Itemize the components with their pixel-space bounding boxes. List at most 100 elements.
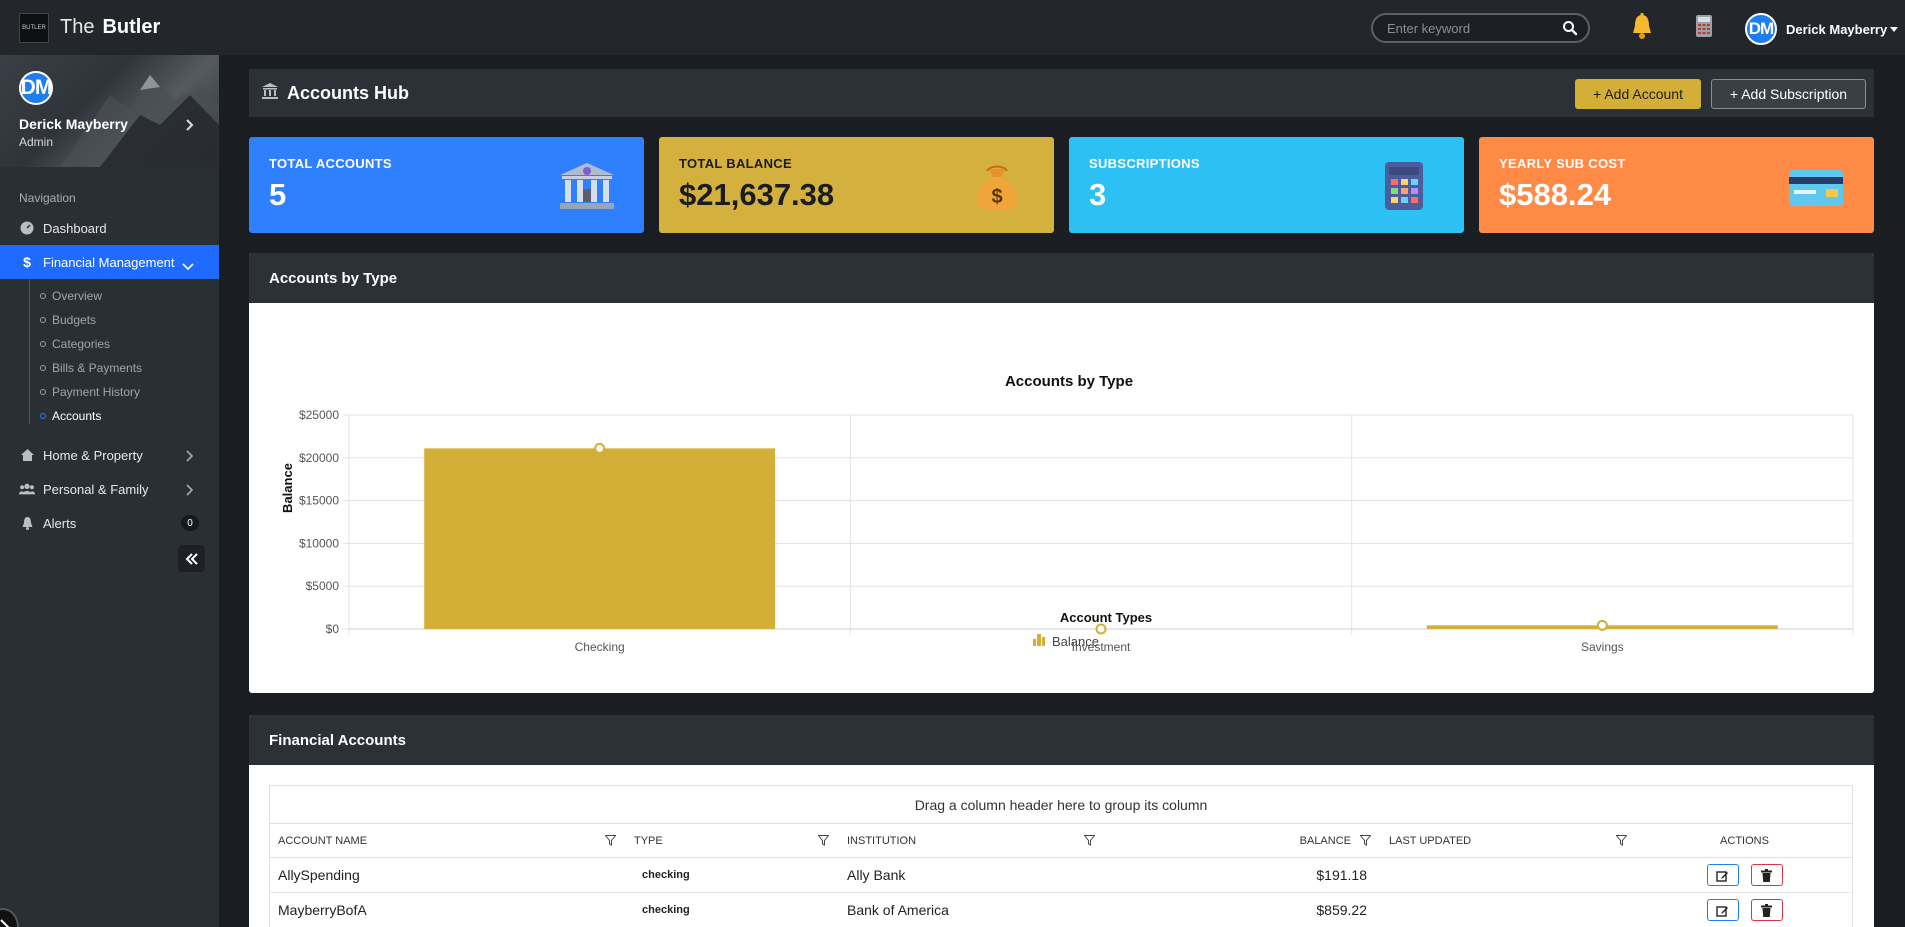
- chart-x-axis-label: Account Types: [1060, 610, 1152, 625]
- chevron-down-icon: [182, 259, 194, 274]
- legend-label: Balance: [1052, 634, 1099, 649]
- column-header-balance[interactable]: BALANCE: [1105, 824, 1381, 858]
- cell-actions: [1637, 893, 1852, 927]
- avatar: DM: [1745, 13, 1777, 45]
- sidebar-item-label: Alerts: [43, 515, 77, 531]
- type-badge: checking: [642, 904, 690, 916]
- sidebar-subitem-accounts[interactable]: Accounts: [40, 404, 219, 428]
- column-label: INSTITUTION: [847, 834, 917, 847]
- cell-account-name: MayberryBofA: [278, 902, 367, 918]
- column-header-account-name[interactable]: ACCOUNT NAME: [270, 824, 626, 858]
- filter-icon[interactable]: [1615, 834, 1628, 849]
- data-point[interactable]: [1596, 619, 1608, 631]
- x-tick-label: Savings: [1581, 640, 1624, 654]
- search-icon[interactable]: [1562, 20, 1578, 36]
- filter-icon[interactable]: [1083, 834, 1096, 849]
- sidebar-subitem-overview[interactable]: Overview: [40, 284, 219, 308]
- column-header-last-updated[interactable]: LAST UPDATED: [1381, 824, 1637, 858]
- subitem-label: Budgets: [52, 313, 97, 327]
- dollar-icon: $: [23, 254, 31, 270]
- bank-icon: [558, 161, 616, 216]
- card-header: Financial Accounts: [249, 715, 1874, 765]
- calculator-icon: [1384, 161, 1424, 216]
- calculator-icon[interactable]: [1695, 14, 1713, 43]
- brand[interactable]: BUTLER The Butler: [0, 0, 219, 55]
- legend-bar-chart-icon: [1033, 634, 1045, 646]
- sidebar-item-label: Personal & Family: [43, 481, 149, 497]
- trash-icon: [1761, 868, 1772, 882]
- table-row[interactable]: AllySpending checking Ally Bank $191.18: [270, 858, 1852, 893]
- user-menu[interactable]: DM Derick Mayberry: [1745, 13, 1899, 45]
- brand-name: Butler: [102, 16, 161, 38]
- subitem-label: Overview: [52, 289, 103, 303]
- sidebar-item-alerts[interactable]: Alerts 0: [0, 506, 219, 540]
- sidebar-item-financial-management[interactable]: $ Financial Management: [0, 245, 219, 279]
- add-account-button[interactable]: + Add Account: [1575, 79, 1701, 109]
- floating-action-button[interactable]: [0, 908, 19, 927]
- credit-card-icon: [1788, 169, 1844, 212]
- data-point[interactable]: [594, 442, 606, 454]
- x-tick-label: Checking: [575, 640, 625, 654]
- sidebar-item-dashboard[interactable]: Dashboard: [0, 211, 219, 245]
- butler-logo-icon: BUTLER: [19, 12, 49, 43]
- alerts-count-badge: 0: [181, 515, 199, 531]
- table-row[interactable]: MayberryBofA checking Bank of America $8…: [270, 893, 1852, 927]
- subitem-label: Accounts: [52, 409, 102, 423]
- sidebar-item-personal-family[interactable]: Personal & Family: [0, 472, 219, 506]
- edit-button[interactable]: [1706, 899, 1739, 921]
- svg-text:$: $: [991, 186, 1002, 208]
- chart-title: Accounts by Type: [1005, 373, 1133, 390]
- sidebar-subitem-categories[interactable]: Categories: [40, 332, 219, 356]
- users-icon: [19, 481, 35, 497]
- edit-button[interactable]: [1706, 864, 1739, 886]
- profile-role: Admin: [19, 135, 54, 149]
- logo-text: BUTLER: [22, 24, 46, 31]
- accounts-by-type-card: Accounts by Type Accounts by Type $0 $500…: [249, 253, 1874, 693]
- stat-card-yearly-sub-cost: YEARLY SUB COST $588.24: [1479, 137, 1874, 233]
- sidebar-item-home-property[interactable]: Home & Property: [0, 438, 219, 472]
- group-by-panel[interactable]: Drag a column header here to group its c…: [270, 786, 1852, 824]
- stat-card-subscriptions: SUBSCRIPTIONS 3: [1069, 137, 1464, 233]
- sidebar-profile[interactable]: DM Derick Mayberry Admin: [0, 55, 219, 167]
- column-header-actions: ACTIONS: [1637, 824, 1852, 858]
- money-bag-icon: $: [972, 161, 1022, 220]
- nav-heading: Navigation: [19, 191, 76, 205]
- cell-last-updated: [1381, 858, 1637, 893]
- cell-last-updated: [1381, 893, 1637, 927]
- y-tick-label: $0: [326, 622, 340, 636]
- chevron-right-icon[interactable]: [186, 118, 194, 136]
- type-badge: checking: [642, 869, 690, 881]
- chart-legend[interactable]: Balance: [1033, 634, 1099, 649]
- collapse-sidebar-button[interactable]: [178, 545, 205, 572]
- financial-accounts-card: Financial Accounts Drag a column header …: [249, 715, 1874, 927]
- column-label: LAST UPDATED: [1389, 834, 1472, 847]
- cell-institution: Bank of America: [847, 902, 949, 918]
- stat-card-total-balance: TOTAL BALANCE $21,637.38 $: [659, 137, 1054, 233]
- column-label: TYPE: [634, 834, 663, 847]
- filter-icon[interactable]: [604, 834, 617, 849]
- column-header-institution[interactable]: INSTITUTION: [839, 824, 1105, 858]
- notification-bell-icon[interactable]: [1627, 12, 1657, 47]
- search-input[interactable]: [1387, 20, 1557, 36]
- filter-icon[interactable]: [817, 834, 830, 849]
- sidebar-subitem-budgets[interactable]: Budgets: [40, 308, 219, 332]
- sidebar-subitem-payment-history[interactable]: Payment History: [40, 380, 219, 404]
- column-header-type[interactable]: TYPE: [626, 824, 839, 858]
- chart-x-ticks: Checking Investment Savings: [575, 640, 1624, 654]
- add-subscription-button[interactable]: + Add Subscription: [1711, 79, 1866, 109]
- search-box: [1371, 13, 1590, 43]
- bar-checking[interactable]: [424, 448, 776, 629]
- stat-card-total-accounts: TOTAL ACCOUNTS 5: [249, 137, 644, 233]
- bullet-icon: [40, 413, 46, 419]
- subitem-label: Categories: [52, 337, 111, 351]
- data-point[interactable]: [1095, 623, 1107, 635]
- cell-institution: Ally Bank: [847, 867, 906, 883]
- caret-down-icon: [1890, 26, 1899, 32]
- delete-button[interactable]: [1750, 864, 1783, 886]
- cell-type: checking: [626, 893, 839, 927]
- chevron-right-icon: [186, 450, 194, 465]
- sidebar-item-label: Dashboard: [43, 220, 107, 236]
- filter-icon[interactable]: [1359, 834, 1372, 849]
- sidebar-subitem-bills-payments[interactable]: Bills & Payments: [40, 356, 219, 380]
- delete-button[interactable]: [1750, 899, 1783, 921]
